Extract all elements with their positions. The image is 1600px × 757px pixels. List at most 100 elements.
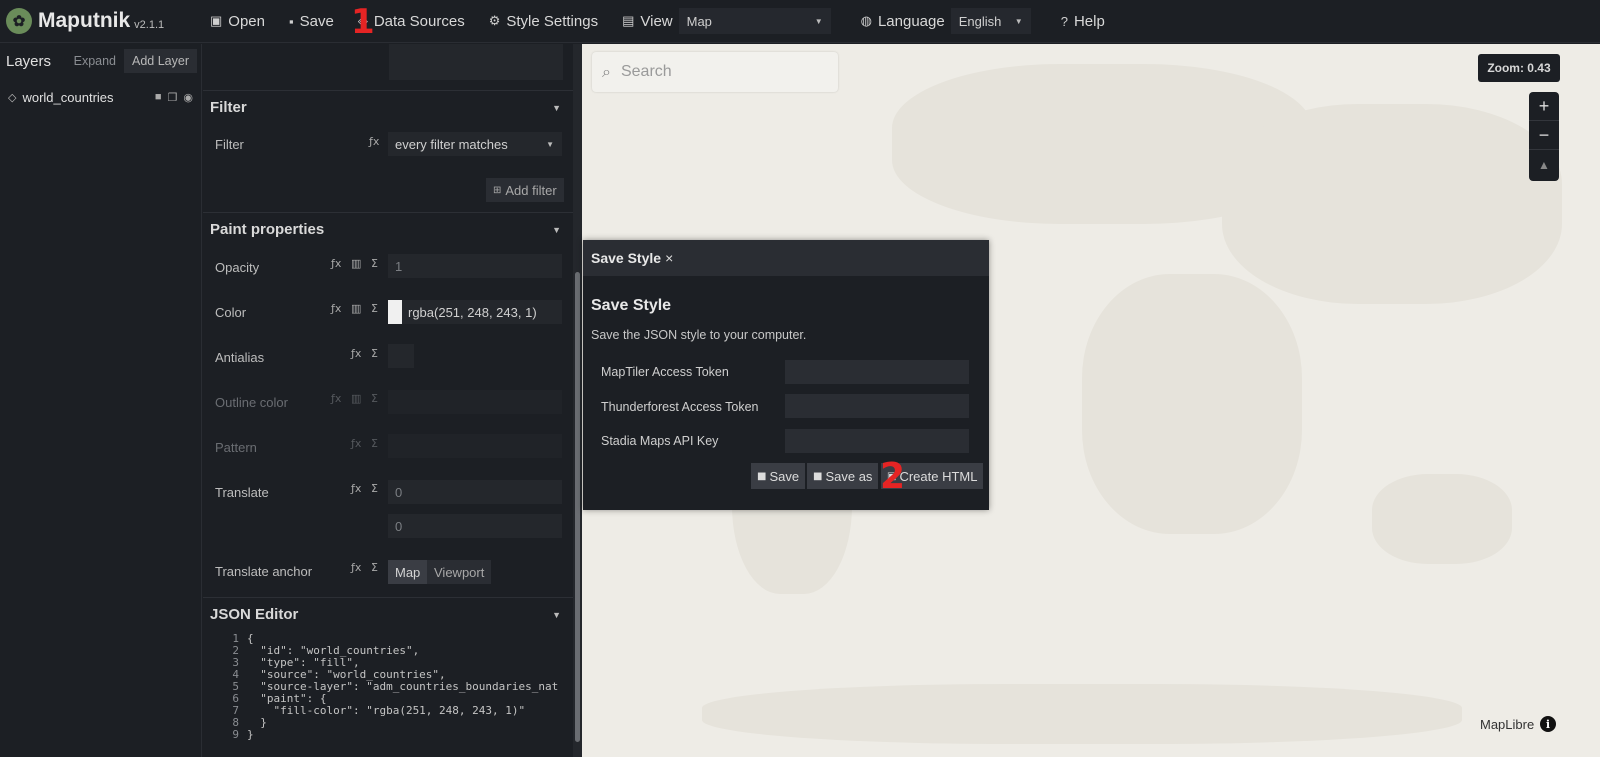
compass-icon[interactable]: ▲ [1529, 150, 1559, 179]
language-select[interactable]: English ▼ [950, 8, 1031, 34]
filter-section-header[interactable]: Filter ▼ [203, 90, 573, 124]
json-line: 1{ [232, 632, 254, 645]
json-editor[interactable]: 1{ 2 "id": "world_countries", 3 "type": … [203, 632, 573, 757]
modal-save-label: Save [769, 468, 800, 484]
thunderforest-token-label: Thunderforest Access Token [601, 400, 759, 414]
layers-panel: Layers Expand Add Layer ◇ world_countrie… [0, 44, 202, 757]
color-input[interactable]: rgba(251, 248, 243, 1) [388, 300, 562, 324]
antialias-checkbox[interactable] [388, 344, 414, 368]
paint-section-header[interactable]: Paint properties ▼ [203, 212, 573, 246]
data-icon: ▥ [351, 392, 362, 405]
sigma-icon[interactable]: Σ [371, 257, 378, 270]
sigma-icon[interactable]: Σ [371, 482, 378, 495]
antialias-label: Antialias [215, 350, 265, 365]
eye-icon: ▤ [622, 13, 635, 28]
function-icon[interactable]: ƒx [351, 561, 361, 574]
zoom-in-icon[interactable]: + [1529, 92, 1559, 121]
sigma-icon[interactable]: Σ [371, 347, 378, 360]
filter-icon: ⊞ [493, 184, 502, 196]
help-label: Help [1073, 12, 1105, 30]
eye-icon[interactable]: ◉ [183, 91, 193, 104]
sigma-icon: Σ [371, 437, 378, 450]
save-button[interactable]: ▪ Save [289, 13, 334, 30]
filter-select[interactable]: every filter matches ▼ [388, 132, 562, 156]
json-line: 4 "source": "world_countries", [232, 668, 446, 681]
pattern-input [388, 434, 562, 458]
view-button: ▤ View [622, 13, 673, 30]
open-button[interactable]: ▣ Open [210, 13, 265, 30]
search-placeholder: Search [620, 63, 672, 80]
json-editor-section-header[interactable]: JSON Editor ▼ [203, 597, 573, 631]
brand: ✿ Maputnik v2.1.1 [0, 8, 210, 34]
json-line: 8 } [232, 716, 267, 729]
view-select[interactable]: Map ▼ [678, 8, 831, 34]
map-search-input[interactable]: ⌕ Search [592, 52, 838, 92]
layers-header: Layers Expand Add Layer [0, 44, 201, 78]
editor-scrollbar[interactable] [573, 44, 582, 757]
function-icon[interactable]: ƒx [351, 482, 361, 495]
translate-y-input[interactable]: 0 [388, 514, 562, 538]
data-icon[interactable]: ▥ [351, 257, 361, 270]
thunderforest-token-input[interactable] [785, 394, 969, 418]
translate-x-input[interactable]: 0 [388, 480, 562, 504]
search-icon: ⌕ [602, 62, 611, 81]
pattern-label: Pattern [215, 440, 257, 455]
modal-description: Save the JSON style to your computer. [591, 328, 807, 342]
open-label: Open [228, 12, 265, 30]
comment-textarea[interactable] [389, 44, 563, 80]
sigma-icon[interactable]: Σ [371, 561, 378, 574]
outline-color-label: Outline color [215, 395, 288, 410]
sigma-icon[interactable]: Σ [371, 302, 378, 315]
view-label: View [640, 12, 673, 30]
copy-icon[interactable]: ❐ [168, 91, 178, 104]
attribution-text[interactable]: MapLibre [1480, 717, 1534, 732]
translate-anchor-label: Translate anchor [215, 564, 313, 579]
help-button[interactable]: ? Help [1061, 13, 1105, 30]
floppy-icon: ■ [813, 470, 823, 482]
opacity-input[interactable]: 1 [388, 254, 562, 278]
question-icon: ? [1060, 13, 1068, 29]
landmass [1082, 274, 1302, 534]
expand-button[interactable]: Expand [66, 49, 124, 73]
color-swatch[interactable] [388, 300, 402, 324]
scrollbar-thumb[interactable] [575, 272, 580, 742]
data-icon[interactable]: ▥ [351, 302, 361, 315]
chevron-down-icon: ▼ [546, 139, 554, 149]
language-label: Language [877, 12, 945, 30]
stadia-key-input[interactable] [785, 429, 969, 453]
language-label-group: ◍ Language [861, 13, 945, 30]
trash-icon[interactable]: ■ [155, 91, 162, 104]
info-icon[interactable]: i [1540, 716, 1556, 732]
chevron-down-icon: ▼ [814, 16, 823, 26]
layer-editor: Filter ▼ Filter ƒx every filter matches … [203, 44, 573, 757]
json-line: 5 "source-layer": "adm_countries_boundar… [232, 680, 559, 693]
add-layer-button[interactable]: Add Layer [124, 49, 197, 73]
translate-x-value: 0 [395, 484, 403, 500]
function-icon[interactable]: ƒx [331, 302, 341, 315]
modal-create-html-label: Create HTML [899, 468, 978, 484]
anchor-map-button[interactable]: Map [388, 560, 428, 584]
function-icon[interactable]: ƒx [351, 347, 361, 360]
style-settings-button[interactable]: ⚙ Style Settings [489, 13, 598, 30]
add-filter-button[interactable]: ⊞ Add filter [486, 178, 564, 202]
chevron-down-icon: ▼ [552, 224, 561, 235]
zoom-out-icon[interactable]: − [1529, 121, 1559, 150]
json-line: 3 "type": "fill", [232, 656, 360, 669]
filter-select-value: every filter matches [395, 136, 508, 152]
close-icon[interactable]: × [665, 250, 673, 266]
json-editor-title: JSON Editor [210, 606, 299, 623]
anchor-viewport-button[interactable]: Viewport [427, 560, 492, 584]
modal-save-button[interactable]: ■ Save [751, 463, 806, 489]
function-icon[interactable]: ƒx [369, 135, 379, 148]
navigation-control: + − ▲ [1529, 92, 1559, 181]
app-name: Maputnik [38, 9, 131, 32]
globe-icon: ◍ [860, 13, 872, 28]
gear-icon: ⚙ [488, 13, 501, 28]
json-line: 9} [232, 728, 254, 741]
modal-save-as-button[interactable]: ■ Save as [807, 463, 879, 489]
maptiler-token-input[interactable] [785, 360, 969, 384]
json-line: 2 "id": "world_countries", [232, 644, 420, 657]
function-icon: ƒx [351, 437, 362, 450]
function-icon[interactable]: ƒx [331, 257, 341, 270]
layer-item-world-countries[interactable]: ◇ world_countries ■ ❐ ◉ [0, 84, 201, 110]
